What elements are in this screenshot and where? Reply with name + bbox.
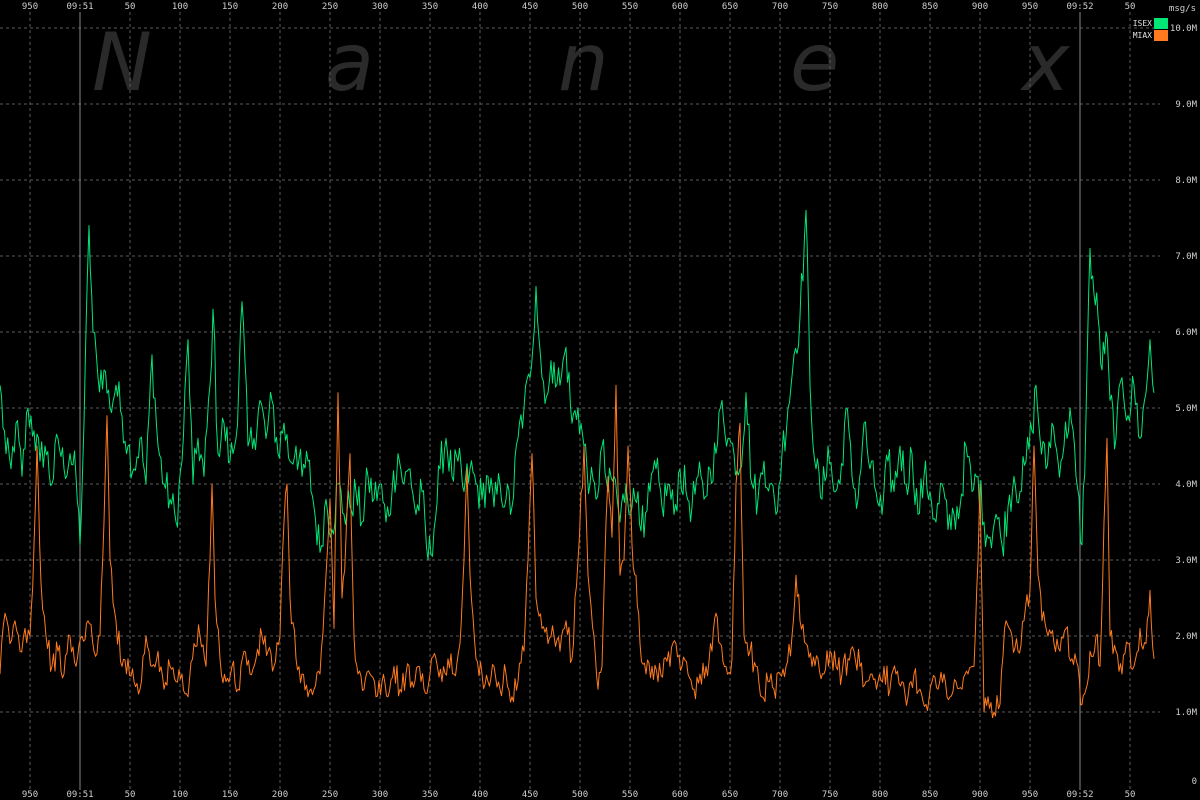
legend: ISEX MIAX [1133, 18, 1168, 41]
x-tick-label-bottom: 600 [672, 790, 688, 800]
legend-label-isex: ISEX [1133, 19, 1152, 28]
x-tick-label-top: 650 [722, 2, 738, 12]
watermark-letter: N [92, 16, 152, 109]
x-tick-label-bottom: 500 [572, 790, 588, 800]
x-tick-label-bottom: 700 [772, 790, 788, 800]
series-line-isex [0, 209, 1155, 561]
watermark-letter: a [325, 16, 374, 109]
x-tick-label-top: 950 [1022, 2, 1038, 12]
x-tick-label-top: 800 [872, 2, 888, 12]
legend-swatch-miax [1154, 30, 1168, 41]
x-tick-label-top: 200 [272, 2, 288, 12]
y-tick-label: 4.0M [1175, 480, 1197, 490]
y-tick-label: 5.0M [1175, 404, 1197, 414]
x-tick-label-bottom: 300 [372, 790, 388, 800]
x-tick-label-top: 09:52 [1066, 2, 1093, 12]
x-tick-label-top: 750 [822, 2, 838, 12]
x-tick-label-top: 500 [572, 2, 588, 12]
watermark-letter: n [558, 16, 609, 109]
x-tick-label-bottom: 900 [972, 790, 988, 800]
x-tick-label-bottom: 800 [872, 790, 888, 800]
legend-swatch-isex [1154, 18, 1168, 29]
x-tick-label-bottom: 750 [822, 790, 838, 800]
x-tick-label-bottom: 350 [422, 790, 438, 800]
watermark-letter: x [1019, 16, 1071, 109]
watermark: N a n e x [92, 16, 1071, 109]
chart-container: N a n e x 950 09:51 50 100 150 200 250 300 350 40… [0, 0, 1200, 800]
x-tick-label-top: 900 [972, 2, 988, 12]
x-tick-label-bottom: 200 [272, 790, 288, 800]
x-tick-label-bottom: 50 [125, 790, 136, 800]
x-tick-label-bottom: 50 [1125, 790, 1136, 800]
x-tick-label-top: 700 [772, 2, 788, 12]
x-tick-label-top: 950 [22, 2, 38, 12]
series-layer [0, 209, 1155, 719]
x-tick-label-bottom: 400 [472, 790, 488, 800]
time-series-chart: N a n e x 950 09:51 50 100 150 200 250 300 350 40… [0, 2, 1198, 800]
x-tick-label-top: 100 [172, 2, 188, 12]
x-tick-label-bottom: 100 [172, 790, 188, 800]
x-tick-label-top: 50 [125, 2, 136, 12]
x-tick-label-bottom: 150 [222, 790, 238, 800]
x-tick-label-top: 600 [672, 2, 688, 12]
y-axis: 0 1.0M 2.0M 3.0M 4.0M 5.0M 6.0M 7.0M 8.0M 9.0M 10.… [1170, 24, 1198, 787]
y-tick-label: 3.0M [1175, 556, 1197, 566]
x-tick-label-top: 450 [522, 2, 538, 12]
x-tick-label-top: 350 [422, 2, 438, 12]
x-tick-label-top: 400 [472, 2, 488, 12]
watermark-letter: e [790, 16, 839, 109]
y-tick-label: 8.0M [1175, 176, 1197, 186]
x-tick-label-bottom: 250 [322, 790, 338, 800]
y-tick-label: 0 [1192, 777, 1197, 787]
series-line-miax [0, 384, 1155, 719]
x-tick-label-bottom: 950 [1022, 790, 1038, 800]
x-tick-label-top: 850 [922, 2, 938, 12]
x-axis-bottom: 950 09:51 50 100 150 200 250 300 350 400 450 500 550… [22, 790, 1136, 800]
legend-label-miax: MIAX [1133, 31, 1152, 40]
x-tick-label-top: 550 [622, 2, 638, 12]
x-tick-label-bottom: 450 [522, 790, 538, 800]
y-tick-label: 7.0M [1175, 252, 1197, 262]
x-tick-label-top: 09:51 [66, 2, 93, 12]
x-tick-label-bottom: 09:52 [1066, 790, 1093, 800]
y-tick-label: 2.0M [1175, 632, 1197, 642]
x-tick-label-bottom: 950 [22, 790, 38, 800]
x-axis-top: 950 09:51 50 100 150 200 250 300 350 400 450 500 550… [22, 2, 1136, 12]
x-tick-label-bottom: 09:51 [66, 790, 93, 800]
x-tick-label-top: 250 [322, 2, 338, 12]
x-tick-label-top: 50 [1125, 2, 1136, 12]
y-tick-label: 10.0M [1170, 24, 1198, 34]
x-tick-label-bottom: 850 [922, 790, 938, 800]
x-tick-label-top: 150 [222, 2, 238, 12]
y-axis-unit-label: msg/s [1169, 4, 1196, 14]
x-tick-label-bottom: 550 [622, 790, 638, 800]
y-tick-label: 1.0M [1175, 708, 1197, 718]
y-tick-label: 6.0M [1175, 328, 1197, 338]
y-tick-label: 9.0M [1175, 100, 1197, 110]
x-tick-label-bottom: 650 [722, 790, 738, 800]
x-tick-label-top: 300 [372, 2, 388, 12]
